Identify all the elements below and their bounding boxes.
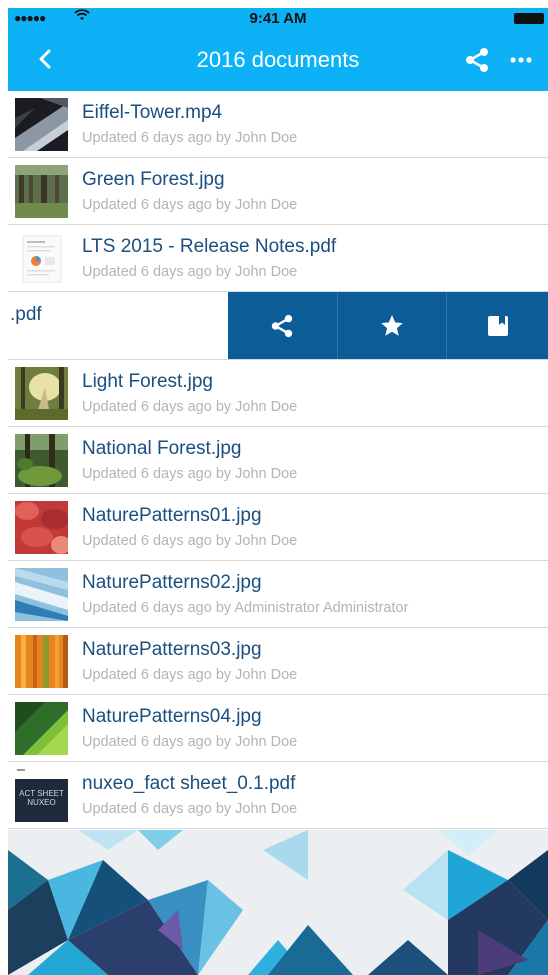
pdf-thumbnail: ACT SHEET NUXEO <box>15 769 68 822</box>
file-meta: Updated 6 days ago by John Doe <box>82 130 298 146</box>
file-meta: Updated 6 days ago by John Doe <box>82 734 298 750</box>
file-name: NaturePatterns03.jpg <box>82 639 262 660</box>
file-name: NaturePatterns04.jpg <box>82 706 262 727</box>
app-screen: ●●●●● 9:41 AM 2016 documents Eiffel-Towe… <box>8 8 548 975</box>
list-item[interactable]: ACT SHEET NUXEO nuxeo_fact sheet_0.1.pdf… <box>8 762 548 829</box>
file-meta: Updated 6 days ago by John Doe <box>82 801 298 817</box>
list-item[interactable]: Eiffel-Tower.mp4 Updated 6 days ago by J… <box>8 91 548 158</box>
file-name: NaturePatterns01.jpg <box>82 505 262 526</box>
image-thumbnail <box>15 367 68 420</box>
file-name: Green Forest.jpg <box>82 169 225 190</box>
image-thumbnail <box>15 434 68 487</box>
list-item[interactable]: Light Forest.jpg Updated 6 days ago by J… <box>8 360 548 427</box>
file-name: nuxeo_fact sheet_0.1.pdf <box>82 773 296 794</box>
list-item[interactable]: Green Forest.jpg Updated 6 days ago by J… <box>8 158 548 225</box>
list-item[interactable]: NaturePatterns04.jpg Updated 6 days ago … <box>8 695 548 762</box>
file-name: LTS 2015 - Release Notes.pdf <box>82 236 337 257</box>
file-meta: Updated 6 days ago by John Doe <box>82 399 298 415</box>
image-thumbnail <box>15 501 68 554</box>
bookmark-action-button[interactable] <box>446 292 548 359</box>
file-meta: Updated 6 days ago by John Doe <box>82 466 298 482</box>
file-meta: Updated 6 days ago by John Doe <box>82 197 298 213</box>
file-name: .pdf <box>10 304 42 325</box>
list-item[interactable]: NaturePatterns02.jpg Updated 6 days ago … <box>8 561 548 628</box>
share-icon <box>271 314 293 337</box>
share-button[interactable] <box>463 46 491 74</box>
file-meta: Updated 6 days ago by John Doe <box>82 264 298 280</box>
file-name: Light Forest.jpg <box>82 371 213 392</box>
image-thumbnail <box>15 568 68 621</box>
list-item[interactable]: NaturePatterns01.jpg Updated 6 days ago … <box>8 494 548 561</box>
star-icon <box>381 314 403 336</box>
pdf-thumbnail <box>15 232 68 285</box>
thumbnail-caption: ACT SHEET NUXEO <box>19 789 64 807</box>
status-time: 9:41 AM <box>249 10 307 27</box>
navigation-bar: 2016 documents <box>8 28 548 91</box>
decorative-banner <box>8 830 548 975</box>
video-thumbnail <box>15 98 68 151</box>
battery-icon <box>514 13 544 24</box>
swipe-actions <box>228 292 548 359</box>
image-thumbnail <box>15 165 68 218</box>
file-meta: Updated 6 days ago by John Doe <box>82 667 298 683</box>
share-icon <box>466 48 488 72</box>
swiped-list-item[interactable]: .pdf <box>8 292 548 360</box>
file-name: NaturePatterns02.jpg <box>82 572 262 593</box>
file-meta: Updated 6 days ago by Administrator Admi… <box>82 600 409 616</box>
file-name: National Forest.jpg <box>82 438 242 459</box>
list-item[interactable]: National Forest.jpg Updated 6 days ago b… <box>8 427 548 494</box>
status-bar: ●●●●● 9:41 AM <box>8 8 548 28</box>
image-thumbnail <box>15 635 68 688</box>
image-thumbnail <box>15 702 68 755</box>
list-item[interactable]: LTS 2015 - Release Notes.pdf Updated 6 d… <box>8 225 548 292</box>
ellipsis-icon <box>510 57 532 63</box>
list-item[interactable]: NaturePatterns03.jpg Updated 6 days ago … <box>8 628 548 695</box>
share-action-button[interactable] <box>228 292 336 359</box>
favorite-action-button[interactable] <box>337 292 446 359</box>
file-meta: Updated 6 days ago by John Doe <box>82 533 298 549</box>
bookmark-icon <box>488 315 508 336</box>
file-name: Eiffel-Tower.mp4 <box>82 102 223 123</box>
more-options-button[interactable] <box>507 46 535 74</box>
